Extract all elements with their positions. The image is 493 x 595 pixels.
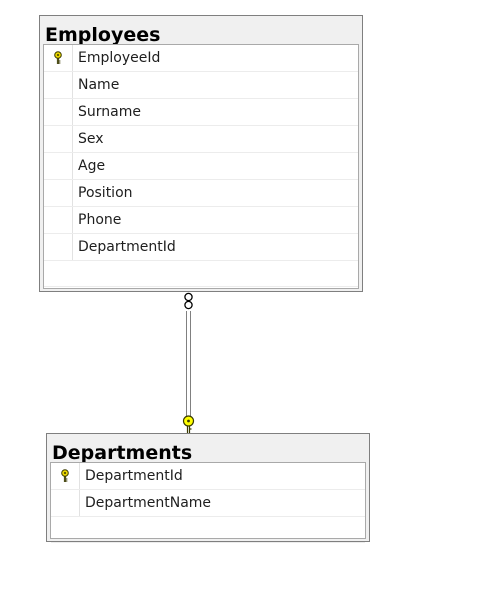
relationship-connector[interactable]	[0, 0, 493, 595]
infinity-icon	[184, 292, 193, 310]
key-end-icon	[182, 415, 195, 433]
